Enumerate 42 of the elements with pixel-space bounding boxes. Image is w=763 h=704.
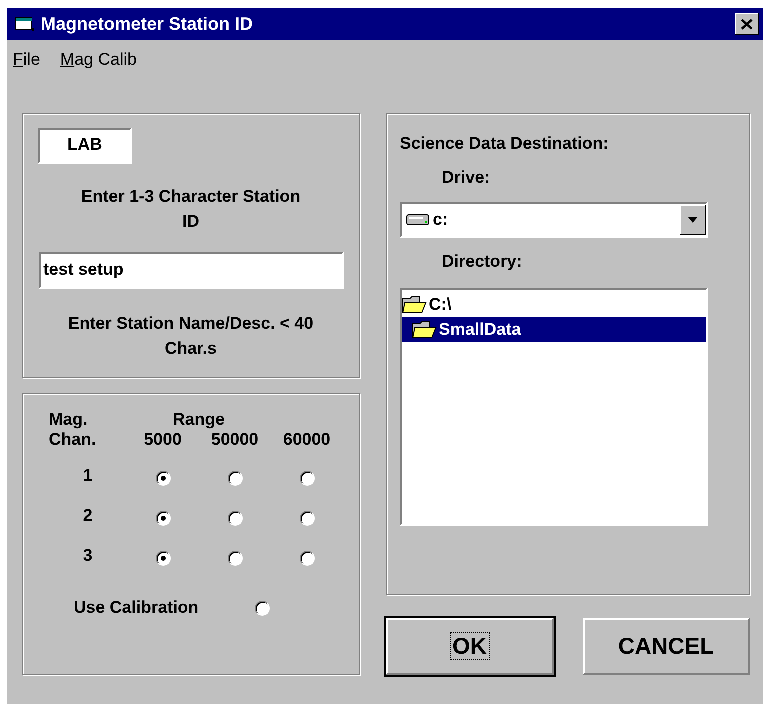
channel-number: 1 bbox=[82, 466, 94, 487]
range-radio[interactable] bbox=[228, 510, 242, 526]
range-radio[interactable] bbox=[228, 550, 242, 566]
channel-header: Mag. bbox=[49, 410, 89, 430]
range-radio[interactable] bbox=[300, 510, 314, 526]
window-title: Magnetometer Station ID bbox=[41, 14, 254, 34]
destination-title: Science Data Destination: bbox=[400, 134, 610, 154]
directory-item[interactable]: SmallData bbox=[402, 317, 706, 342]
range-radio[interactable] bbox=[156, 470, 170, 486]
station-name-label: Enter Station Name/Desc. < 40 Char.s bbox=[67, 313, 315, 360]
menu-item[interactable]: Mag Calib bbox=[60, 50, 137, 78]
station-id-label: Enter 1-3 Character Station ID bbox=[81, 186, 301, 233]
station-name-field[interactable]: test setup bbox=[38, 252, 344, 289]
close-icon bbox=[741, 18, 753, 30]
use-calibration-radio[interactable] bbox=[254, 600, 270, 616]
directory-item[interactable]: C:\ bbox=[402, 292, 706, 317]
range-radio[interactable] bbox=[156, 550, 170, 566]
range-column-header: 5000 bbox=[143, 430, 183, 450]
range-radio[interactable] bbox=[228, 470, 242, 486]
drive-dropdown[interactable]: c: bbox=[400, 202, 708, 238]
range-radio[interactable] bbox=[156, 510, 170, 526]
close-button[interactable] bbox=[735, 13, 759, 35]
range-radio[interactable] bbox=[300, 550, 314, 566]
dialog-button[interactable]: CANCEL bbox=[582, 618, 750, 675]
window-icon bbox=[15, 16, 35, 32]
channel-header: Chan. bbox=[49, 430, 98, 450]
drive-label: Drive: bbox=[442, 168, 492, 188]
station-id-field[interactable]: LAB bbox=[38, 128, 132, 164]
drive-icon bbox=[406, 213, 430, 227]
dialog-button[interactable]: OK bbox=[386, 618, 554, 675]
range-column-header: 60000 bbox=[282, 430, 332, 450]
channel-number: 3 bbox=[82, 546, 94, 567]
directory-list[interactable]: C:\ SmallData bbox=[400, 288, 708, 526]
folder-icon bbox=[402, 294, 428, 314]
menu-item[interactable]: File bbox=[13, 50, 40, 78]
directory-label: Directory: bbox=[442, 252, 524, 272]
use-calibration-label: Use Calibration bbox=[74, 598, 199, 618]
range-radio[interactable] bbox=[300, 470, 314, 486]
channel-number: 2 bbox=[82, 506, 94, 527]
folder-icon bbox=[412, 320, 438, 340]
range-column-header: 50000 bbox=[210, 430, 260, 450]
range-header: Range bbox=[172, 410, 226, 430]
